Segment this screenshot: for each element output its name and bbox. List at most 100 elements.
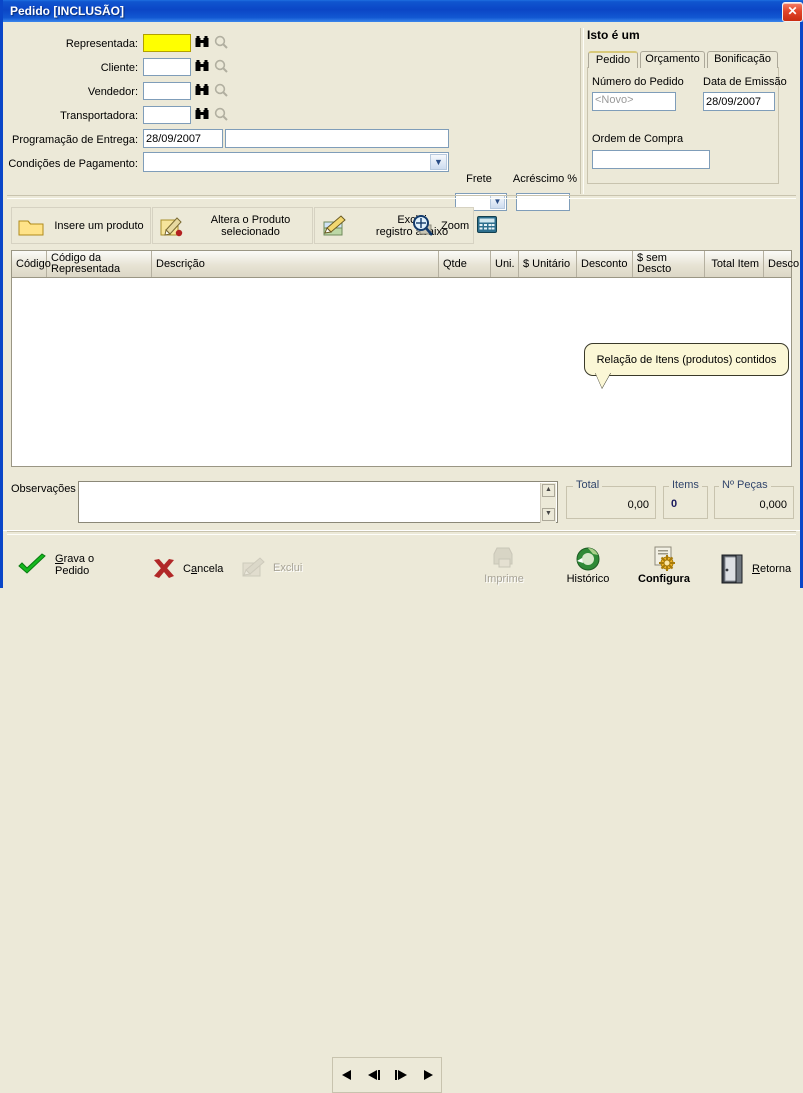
grid-col-unitario[interactable]: $ Unitário (519, 251, 577, 277)
next-record-button[interactable] (391, 1065, 411, 1085)
binoculars-icon[interactable] (195, 36, 209, 48)
save-order-label-line2: Pedido (55, 565, 90, 577)
insert-product-button[interactable]: Insere um produto (11, 207, 151, 244)
edit-product-button[interactable]: Altera o Produto selecionado (152, 207, 313, 244)
last-record-button[interactable] (418, 1065, 438, 1085)
triangle-right-icon (423, 1070, 433, 1080)
total-value: 0,00 (627, 499, 649, 511)
grid-col-descricao[interactable]: Descrição (152, 251, 439, 277)
grid-col-qtde[interactable]: Qtde (439, 251, 491, 277)
action-bar-divider (7, 531, 796, 535)
label-representada: Representada: (65, 38, 138, 50)
scroll-up-icon[interactable]: ▲ (542, 484, 555, 497)
magnifier-icon[interactable] (214, 35, 228, 49)
label-transportadora: Transportadora: (60, 110, 138, 122)
delete-label: Exclui (273, 562, 303, 574)
history-icon (576, 547, 600, 571)
grid-col-total-item[interactable]: Total Item (705, 251, 764, 277)
grid-col-codigo-representada-line2: Representada (51, 263, 121, 275)
delete-pencil-icon (323, 214, 346, 235)
save-order-label-line1: Grava o (55, 553, 95, 565)
folder-icon (18, 220, 44, 235)
record-navigator (332, 1057, 442, 1093)
tab-orcamento[interactable]: Orçamento (640, 51, 705, 68)
delete-pencil-icon (242, 557, 265, 577)
label-programacao-entrega: Programação de Entrega: (12, 134, 138, 146)
label-total: Total (573, 479, 603, 491)
config-button[interactable]: Configura (631, 545, 697, 585)
label-items: Items (669, 479, 702, 491)
title-bar: Pedido [INCLUSÃO] ✕ (3, 0, 803, 22)
cancel-button[interactable]: Cancela (151, 558, 223, 580)
history-label: Histórico (566, 573, 610, 585)
label-ordem-compra: Ordem de Compra (592, 133, 684, 145)
magnifier-icon[interactable] (214, 83, 228, 97)
triangle-left-icon (341, 1070, 351, 1080)
action-bar: Grava o Pedido Cancela Exclui Imprime Hi… (3, 530, 800, 1093)
delivery-extra-input[interactable] (225, 129, 449, 148)
vendedor-input[interactable] (143, 82, 191, 100)
transportadora-input[interactable] (143, 106, 191, 124)
triangle-right-bar-icon (394, 1070, 407, 1080)
zoom-button[interactable]: Zoom (409, 207, 475, 244)
first-record-button[interactable] (337, 1065, 357, 1085)
payment-terms-value (144, 159, 147, 162)
order-number-input[interactable]: <Novo> (592, 92, 676, 111)
edit-product-label-line1: Altera o Produto (210, 213, 291, 226)
return-button[interactable]: Retorna (718, 553, 791, 585)
right-panel-title: Isto é um (587, 28, 640, 42)
grid-col-sem-descto[interactable]: $ sem Descto (633, 251, 705, 277)
items-value: 0 (670, 498, 678, 510)
close-icon[interactable]: ✕ (782, 2, 803, 22)
insert-product-label: Insere um produto (54, 219, 144, 232)
cliente-input[interactable] (143, 58, 191, 76)
representada-input[interactable] (143, 34, 191, 52)
label-frete: Frete (466, 173, 492, 185)
magnifier-icon[interactable] (214, 107, 228, 121)
previous-record-button[interactable] (364, 1065, 384, 1085)
config-label: Configura (638, 573, 690, 585)
window-client-area: Representada: Cliente: Vendedor: Transpo… (3, 22, 800, 1093)
grid-col-desco[interactable]: Desco (764, 251, 799, 277)
delete-button: Exclui (241, 557, 302, 579)
history-button[interactable]: Histórico (558, 545, 618, 585)
binoculars-icon[interactable] (195, 60, 209, 72)
tab-pedido[interactable]: Pedido (588, 51, 638, 68)
panel-divider (580, 28, 584, 194)
binoculars-icon[interactable] (195, 108, 209, 120)
label-acrescimo: Acréscimo % (512, 173, 578, 185)
scroll-down-icon[interactable]: ▼ (542, 508, 555, 521)
payment-terms-select[interactable]: ▼ (143, 152, 449, 172)
grid-header-row: Código Código da Representada Descrição … (12, 251, 799, 278)
pieces-value: 0,000 (759, 499, 787, 511)
issue-date-input[interactable] (703, 92, 775, 111)
observations-textarea[interactable]: ▲ ▼ (78, 481, 558, 523)
calculator-button[interactable] (475, 213, 499, 235)
label-data-emissao: Data de Emissão (703, 76, 787, 88)
observations-scrollbar[interactable]: ▲ ▼ (540, 483, 556, 523)
triangle-left-bar-icon (367, 1070, 380, 1080)
zoom-label: Zoom (441, 219, 470, 232)
label-vendedor: Vendedor: (87, 86, 138, 98)
items-toolbar: Insere um produto Altera o Produto selec… (11, 207, 792, 248)
chevron-down-icon[interactable]: ▼ (430, 154, 447, 170)
grid-col-codigo-representada[interactable]: Código da Representada (47, 251, 152, 277)
purchase-order-input[interactable] (592, 150, 710, 169)
label-observacoes: Observações (11, 483, 76, 495)
delivery-date-input[interactable] (143, 129, 223, 148)
label-condicoes-pagamento: Condições de Pagamento: (8, 158, 138, 170)
tab-bonificacao[interactable]: Bonificação (707, 51, 778, 68)
cancel-label: Cancela (183, 563, 224, 575)
label-numero-pedido: Número do Pedido (592, 76, 684, 88)
save-order-button[interactable]: Grava o Pedido (17, 553, 94, 577)
binoculars-icon[interactable] (195, 84, 209, 96)
grid-col-desconto[interactable]: Desconto (577, 251, 633, 277)
section-divider (7, 195, 796, 199)
gear-document-icon (654, 546, 675, 571)
grid-col-uni[interactable]: Uni. (491, 251, 519, 277)
print-label: Imprime (484, 573, 524, 585)
magnifier-icon[interactable] (214, 59, 228, 73)
checkmark-icon (18, 553, 46, 574)
grid-col-codigo[interactable]: Código (12, 251, 51, 277)
window-title: Pedido [INCLUSÃO] (10, 4, 124, 18)
